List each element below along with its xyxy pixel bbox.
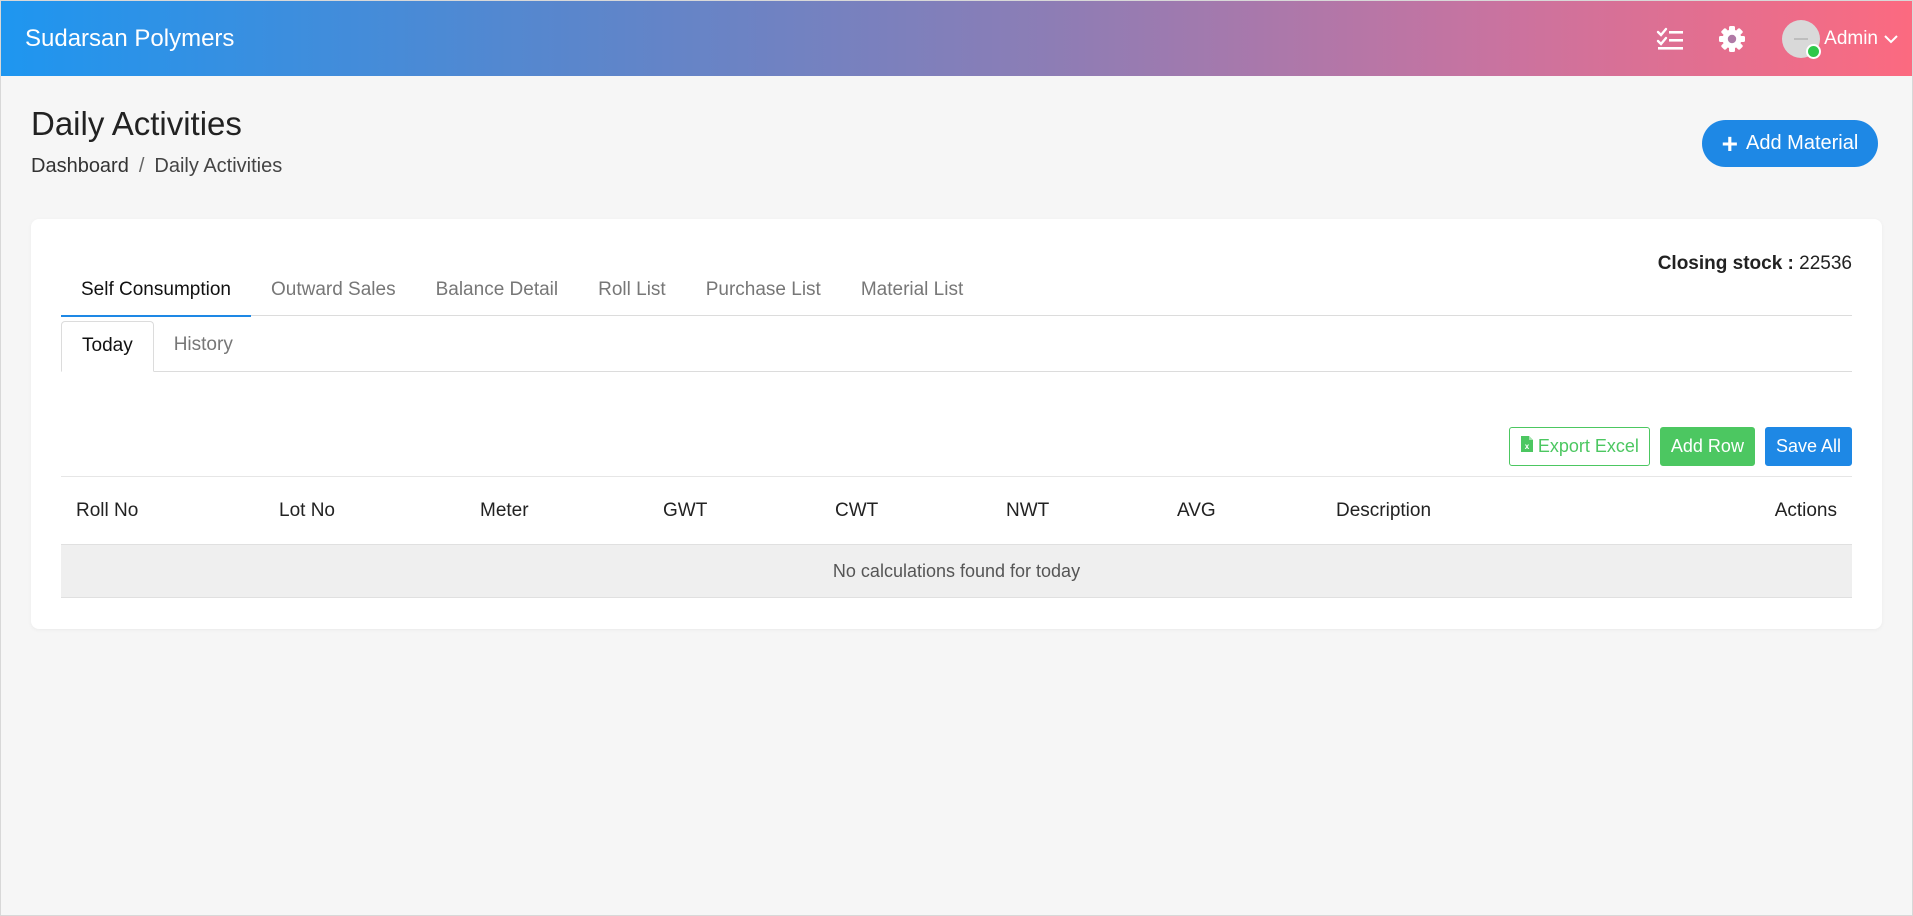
gear-icon[interactable] [1714,21,1750,57]
breadcrumb-current: Daily Activities [154,155,283,177]
add-row-button[interactable]: Add Row [1659,427,1755,466]
closing-stock-value: 22536 [1799,253,1852,274]
sub-tabs: Today History [61,321,1852,372]
main-tabs: Self Consumption Outward Sales Balance D… [61,251,1852,317]
user-name[interactable]: Admin [1824,28,1878,50]
column-header-roll-no[interactable]: Roll No [61,500,279,522]
closing-stock: Closing stock : 22536 [1658,253,1852,275]
subtab-today[interactable]: Today [61,321,154,372]
page-title: Daily Activities [31,105,242,142]
brand-name[interactable]: Sudarsan Polymers [25,25,234,53]
export-excel-label: Export Excel [1537,436,1639,456]
checklist-icon[interactable] [1652,21,1688,57]
column-header-lot-no[interactable]: Lot No [279,500,480,522]
subtab-history[interactable]: History [154,321,253,371]
empty-table-message: No calculations found for today [61,545,1852,598]
table-header-row: Roll No Lot No Meter GWT CWT NWT AVG Des… [61,477,1852,545]
column-header-actions: Actions [1774,499,1837,521]
tab-outward-sales[interactable]: Outward Sales [251,251,416,315]
breadcrumb-separator: / [138,155,145,177]
online-status-dot [1806,43,1822,59]
svg-text:x: x [1525,442,1530,451]
user-menu[interactable]: Admin [1782,19,1898,59]
column-header-gwt[interactable]: GWT [663,500,835,522]
avatar[interactable] [1782,19,1822,59]
add-material-label: Add Material [1746,132,1859,154]
breadcrumb-dashboard-link[interactable]: Dashboard [31,155,129,178]
plus-icon: + [1721,127,1739,159]
activities-table: Roll No Lot No Meter GWT CWT NWT AVG Des… [61,476,1852,598]
add-material-button[interactable]: + Add Material [1702,120,1878,167]
tab-self-consumption[interactable]: Self Consumption [61,251,251,317]
column-header-meter[interactable]: Meter [480,500,663,522]
closing-stock-label: Closing stock : [1657,253,1794,274]
top-navbar: Sudarsan Polymers Admin [1,1,1912,76]
excel-file-icon: x [1520,435,1534,458]
table-toolbar: x Export Excel Add Row Save All [1508,427,1852,466]
tab-roll-list[interactable]: Roll List [578,251,686,315]
tab-purchase-list[interactable]: Purchase List [686,251,841,315]
breadcrumb: Dashboard / Daily Activities [31,155,282,178]
column-header-nwt[interactable]: NWT [1006,500,1177,522]
save-all-button[interactable]: Save All [1764,427,1852,466]
tab-material-list[interactable]: Material List [841,251,983,315]
export-excel-button[interactable]: x Export Excel [1508,427,1650,466]
column-header-description[interactable]: Description [1336,500,1636,522]
tab-balance-detail[interactable]: Balance Detail [416,251,579,315]
column-header-cwt[interactable]: CWT [835,500,1006,522]
activities-card: Self Consumption Outward Sales Balance D… [31,219,1882,629]
chevron-down-icon[interactable] [1884,34,1898,44]
column-header-avg[interactable]: AVG [1177,500,1336,522]
